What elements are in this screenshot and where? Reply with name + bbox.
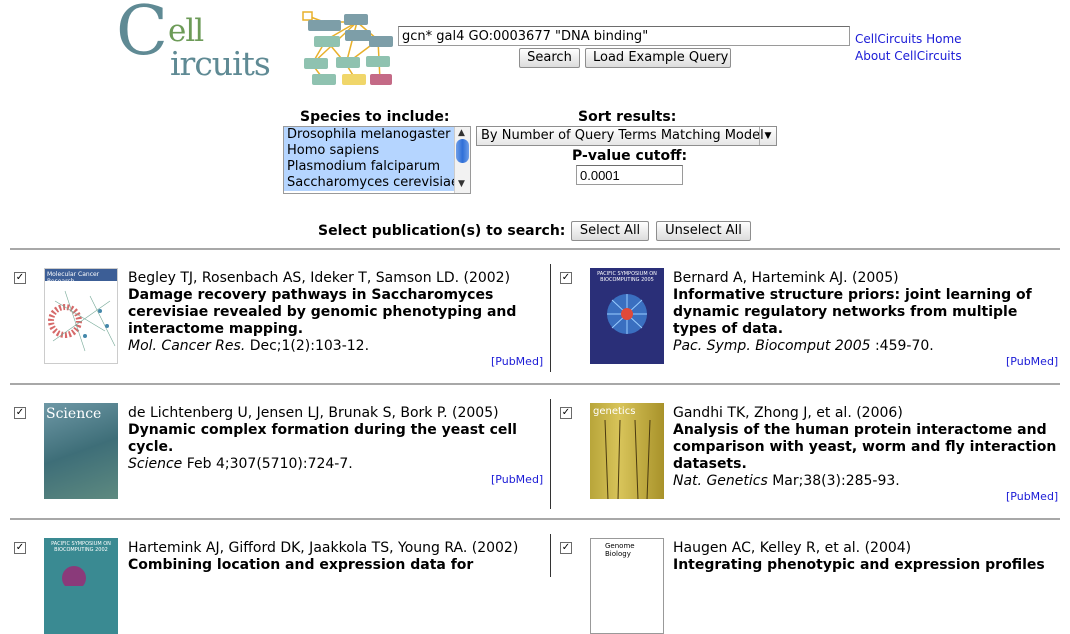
logo-line2: ircuits: [170, 44, 271, 83]
publication-checkbox[interactable]: ✓: [14, 407, 26, 419]
network-figure-icon: [48, 290, 116, 352]
publication-authors: Gandhi TK, Zhong J, et al. (2006): [673, 405, 903, 421]
publication-authors: de Lichtenberg U, Jensen LJ, Brunak S, B…: [128, 405, 499, 421]
publication-citation: Pac. Symp. Biocomput 2005 :459-70.: [673, 338, 934, 354]
species-scrollbar[interactable]: ▲ ▼: [454, 127, 470, 193]
publication-checkbox[interactable]: ✓: [14, 272, 26, 284]
citation-details: Dec;1(2):103-12.: [245, 338, 370, 354]
scrollbar-thumb[interactable]: [456, 139, 469, 163]
divider: [10, 518, 1060, 520]
pubmed-link[interactable]: [PubMed]: [1006, 490, 1058, 503]
cover-title: genetics: [593, 406, 636, 417]
journal-name: Pac. Symp. Biocomput 2005: [673, 338, 871, 354]
logo-line1: ell: [168, 13, 204, 49]
publication-citation: Nat. Genetics Mar;38(3):285-93.: [673, 473, 900, 489]
divider: [10, 248, 1060, 250]
cover-title: Science: [46, 406, 102, 422]
publication-authors: Begley TJ, Rosenbach AS, Ideker T, Samso…: [128, 270, 511, 286]
cellcircuits-logo[interactable]: C ell ircuits: [116, 0, 398, 90]
divider: [10, 383, 1060, 385]
column-divider: [550, 264, 551, 372]
publication-title: Integrating phenotypic and expression pr…: [673, 557, 1045, 573]
publication-title: Dynamic complex formation during the yea…: [128, 422, 517, 455]
network-graphic-icon: [302, 11, 393, 85]
journal-name: Nat. Genetics: [673, 473, 768, 489]
publication-authors: Haugen AC, Kelley R, et al. (2004): [673, 540, 912, 556]
publication-checkbox[interactable]: ✓: [14, 542, 26, 554]
cover-title: Genome Biology: [605, 542, 635, 558]
publication-checkbox[interactable]: ✓: [560, 407, 572, 419]
journal-name: Mol. Cancer Res.: [128, 338, 246, 354]
scroll-down-arrow-icon[interactable]: ▼: [458, 179, 465, 189]
publication-title: Informative structure priors: joint lear…: [673, 287, 1032, 337]
unselect-all-button[interactable]: Unselect All: [656, 221, 751, 241]
wood-texture-icon: [604, 419, 651, 499]
species-label: Species to include:: [300, 109, 450, 125]
sort-label: Sort results:: [578, 109, 677, 125]
column-divider: [550, 534, 551, 577]
load-example-query-button[interactable]: Load Example Query: [585, 48, 731, 68]
citation-details: :459-70.: [870, 338, 934, 354]
journal-cover-image[interactable]: Molecular Cancer Research: [44, 268, 118, 364]
pvalue-label: P-value cutoff:: [572, 148, 688, 164]
species-option[interactable]: Plasmodium falciparum: [284, 159, 454, 175]
species-option[interactable]: Homo sapiens: [284, 143, 454, 159]
cellcircuits-home-link[interactable]: CellCircuits Home: [855, 32, 962, 46]
journal-cover-image[interactable]: genetics: [590, 403, 664, 499]
journal-cover-image[interactable]: Science: [44, 403, 118, 499]
publications-label: Select publication(s) to search:: [318, 223, 566, 239]
journal-name: Science: [128, 456, 183, 472]
publication-authors: Hartemink AJ, Gifford DK, Jaakkola TS, Y…: [128, 540, 519, 556]
chevron-down-icon: ▼: [759, 127, 776, 145]
publication-authors: Bernard A, Hartemink AJ. (2005): [673, 270, 899, 286]
sort-selected-value: By Number of Query Terms Matching Model: [481, 128, 764, 143]
pubmed-link[interactable]: [PubMed]: [491, 473, 543, 486]
search-button[interactable]: Search: [519, 48, 580, 68]
journal-cover-image[interactable]: PACIFIC SYMPOSIUM ON BIOCOMPUTING 2002: [44, 538, 118, 634]
publication-title: Combining location and expression data f…: [128, 557, 474, 573]
cover-title: PACIFIC SYMPOSIUM ON BIOCOMPUTING 2002: [51, 541, 111, 553]
journal-cover-image[interactable]: PACIFIC SYMPOSIUM ON BIOCOMPUTING 2005: [590, 268, 664, 364]
pubmed-link[interactable]: [PubMed]: [491, 355, 543, 368]
column-divider: [550, 399, 551, 509]
species-listbox[interactable]: Drosophila melanogaster Homo sapiens Pla…: [283, 126, 471, 194]
query-input[interactable]: [398, 26, 850, 46]
select-all-button[interactable]: Select All: [571, 221, 649, 241]
publication-citation: Science Feb 4;307(5710):724-7.: [128, 456, 353, 472]
publication-title: Damage recovery pathways in Saccharomyce…: [128, 287, 517, 337]
scroll-up-arrow-icon[interactable]: ▲: [458, 128, 465, 138]
pubmed-link[interactable]: [PubMed]: [1006, 355, 1058, 368]
citation-details: Mar;38(3):285-93.: [767, 473, 900, 489]
about-cellcircuits-link[interactable]: About CellCircuits: [855, 49, 962, 63]
species-option[interactable]: Drosophila melanogaster: [284, 127, 454, 143]
species-option[interactable]: Saccharomyces cerevisiae: [284, 175, 459, 191]
citation-details: Feb 4;307(5710):724-7.: [182, 456, 353, 472]
journal-cover-image[interactable]: Genome Biology: [590, 538, 664, 634]
protein-structure-icon: [607, 294, 647, 334]
publication-title: Analysis of the human protein interactom…: [673, 422, 1057, 472]
publication-citation: Mol. Cancer Res. Dec;1(2):103-12.: [128, 338, 369, 354]
pvalue-input[interactable]: [576, 165, 683, 185]
publication-checkbox[interactable]: ✓: [560, 542, 572, 554]
abstract-art-icon: [62, 566, 86, 590]
cover-title: PACIFIC SYMPOSIUM ON BIOCOMPUTING 2005: [597, 271, 657, 283]
publication-checkbox[interactable]: ✓: [560, 272, 572, 284]
logo-initial: C: [116, 0, 169, 71]
sort-select[interactable]: By Number of Query Terms Matching Model …: [476, 126, 777, 146]
cover-title: Molecular Cancer Research: [45, 269, 117, 285]
